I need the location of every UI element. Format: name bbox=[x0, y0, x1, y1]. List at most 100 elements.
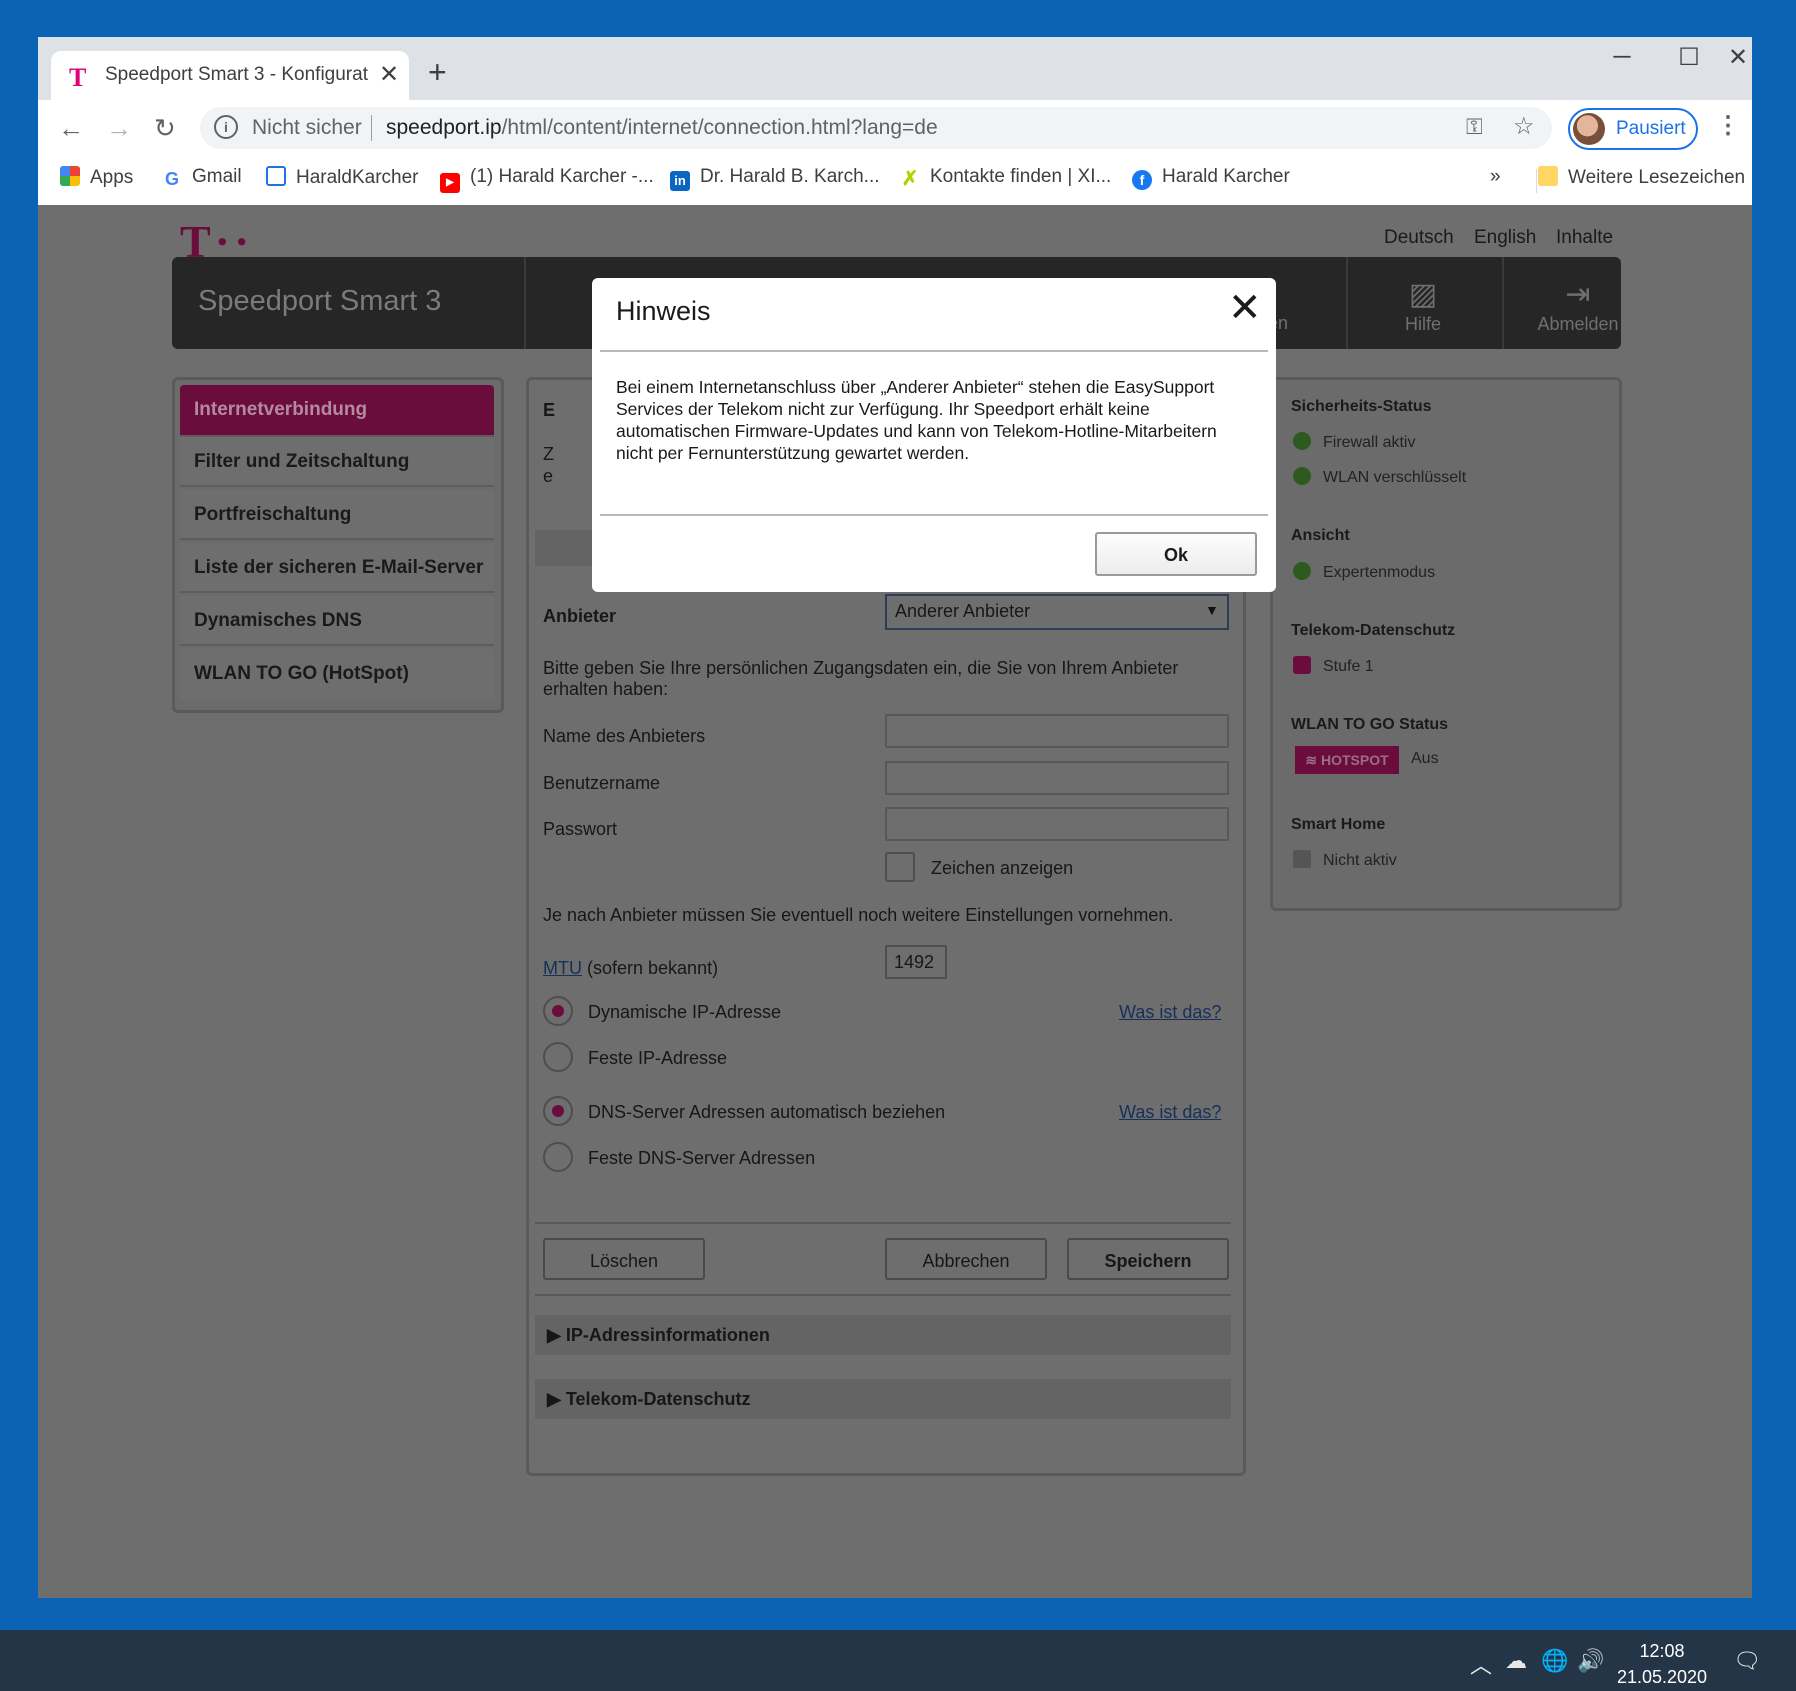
bookmark-linkedin[interactable]: in Dr. Harald B. Karch... bbox=[670, 166, 880, 191]
show-hidden-icons-icon[interactable]: ︿ bbox=[1470, 1648, 1492, 1680]
address-bar[interactable]: i Nicht sicher speedport.ip/html/content… bbox=[200, 107, 1552, 149]
bookmark-separator bbox=[1536, 169, 1537, 193]
dialog-close-icon[interactable]: ✕ bbox=[1228, 288, 1262, 328]
radio-dynamic-ip[interactable] bbox=[543, 996, 573, 1026]
help-link-ip[interactable]: Was ist das? bbox=[1119, 1002, 1221, 1023]
forward-arrow-icon[interactable]: → bbox=[106, 113, 132, 144]
ok-button[interactable]: Ok bbox=[1095, 532, 1257, 576]
provider-select[interactable]: Anderer Anbieter ▼ bbox=[885, 594, 1229, 630]
more-settings-note: Je nach Anbieter müssen Sie eventuell no… bbox=[543, 905, 1174, 925]
apps-grid-icon bbox=[60, 166, 80, 186]
security-label[interactable]: Nicht sicher bbox=[252, 116, 362, 140]
maximize-icon[interactable]: ☐ bbox=[1669, 43, 1709, 72]
sidebar-item-portfreischaltung[interactable]: Portfreischaltung bbox=[180, 490, 494, 540]
tab-strip: T Speedport Smart 3 - Konfiguration ✕ + … bbox=[38, 37, 1752, 100]
sidebar: Internetverbindung Filter und Zeitschalt… bbox=[172, 377, 504, 713]
more-bookmarks-button[interactable]: » bbox=[1490, 166, 1501, 188]
badge-text: HOTSPOT bbox=[1320, 752, 1389, 768]
bookmark-xing[interactable]: ✗ Kontakte finden | XI... bbox=[900, 166, 1111, 189]
logout-icon: ⇥ bbox=[1565, 278, 1591, 311]
contents-link[interactable]: Inhalte bbox=[1556, 227, 1613, 249]
provider-selected: Anderer Anbieter bbox=[895, 601, 1031, 621]
status-text: Nicht aktiv bbox=[1323, 852, 1397, 869]
info-icon[interactable]: i bbox=[214, 115, 238, 139]
sidebar-item-hotspot[interactable]: WLAN TO GO (HotSpot) bbox=[180, 649, 494, 699]
sidebar-item-dyndns[interactable]: Dynamisches DNS bbox=[180, 596, 494, 646]
password-field[interactable] bbox=[885, 807, 1229, 841]
triangle-right-icon: ▶ bbox=[547, 1389, 566, 1409]
profile-button[interactable]: Pausiert bbox=[1568, 108, 1698, 150]
delete-button[interactable]: Löschen bbox=[543, 1238, 705, 1280]
dialog-title: Hinweis bbox=[616, 296, 711, 326]
lang-link-english[interactable]: English bbox=[1474, 227, 1536, 249]
accordion-privacy[interactable]: ▶ Telekom-Datenschutz bbox=[535, 1379, 1231, 1419]
provider-name-field[interactable] bbox=[885, 714, 1229, 748]
bookmark-youtube[interactable]: ▶ (1) Harald Karcher -... bbox=[440, 166, 654, 193]
form-divider bbox=[535, 1222, 1231, 1224]
bookmarks-bar: Apps G Gmail HaraldKarcher ▶ (1) Harald Ka… bbox=[38, 156, 1752, 206]
new-tab-button[interactable]: + bbox=[428, 54, 447, 91]
username-field[interactable] bbox=[885, 761, 1229, 795]
bookmark-apps[interactable]: Apps bbox=[60, 166, 133, 189]
mtu-link[interactable]: MTU bbox=[543, 958, 582, 978]
minimize-icon[interactable]: ─ bbox=[1602, 43, 1642, 71]
bookmark-gmail[interactable]: G Gmail bbox=[162, 166, 242, 189]
bookmark-label: Apps bbox=[90, 167, 134, 188]
key-icon[interactable]: ⚿ bbox=[1466, 114, 1483, 140]
section-text: e bbox=[543, 466, 554, 486]
back-arrow-icon[interactable]: ← bbox=[58, 113, 84, 144]
product-name: Speedport Smart 3 bbox=[198, 285, 442, 317]
mtu-input[interactable]: 1492 bbox=[885, 945, 947, 979]
show-chars-checkbox[interactable] bbox=[885, 852, 915, 882]
clock[interactable]: 12:08 21.05.2020 bbox=[1612, 1638, 1712, 1690]
onedrive-cloud-icon[interactable]: ☁ bbox=[1505, 1648, 1527, 1674]
security-status-title: Sicherheits-Status bbox=[1291, 398, 1432, 415]
bookmark-label: Gmail bbox=[192, 166, 242, 187]
radio-dynamic-ip-label: Dynamische IP-Adresse bbox=[588, 1002, 782, 1022]
linkedin-icon: in bbox=[670, 171, 690, 191]
lang-link-deutsch[interactable]: Deutsch bbox=[1384, 227, 1454, 249]
save-button[interactable]: Speichern bbox=[1067, 1238, 1229, 1280]
firewall-status: Firewall aktiv bbox=[1293, 432, 1415, 452]
sidebar-item-internetverbindung[interactable]: Internetverbindung bbox=[180, 385, 494, 437]
bookmark-star-icon[interactable]: ☆ bbox=[1513, 112, 1535, 141]
hotspot-badge: ≋ HOTSPOT bbox=[1295, 746, 1399, 774]
browser-window: T Speedport Smart 3 - Konfiguration ✕ + … bbox=[38, 37, 1752, 1598]
network-globe-icon[interactable]: 🌐 bbox=[1541, 1648, 1568, 1674]
folder-icon bbox=[1538, 166, 1558, 186]
url-text[interactable]: speedport.ip/html/content/internet/conne… bbox=[386, 116, 938, 140]
reload-icon[interactable]: ↻ bbox=[154, 113, 176, 144]
nav-divider bbox=[524, 257, 526, 349]
triangle-right-icon: ▶ bbox=[547, 1325, 566, 1345]
accordion-ip-info[interactable]: ▶ IP-Adressinformationen bbox=[535, 1315, 1231, 1355]
sidebar-item-filter[interactable]: Filter und Zeitschaltung bbox=[180, 437, 494, 487]
volume-icon[interactable]: 🔊 bbox=[1577, 1648, 1604, 1674]
password-label: Passwort bbox=[543, 819, 618, 839]
active-tab[interactable]: T Speedport Smart 3 - Konfiguration ✕ bbox=[51, 51, 409, 100]
help-link-dns[interactable]: Was ist das? bbox=[1119, 1102, 1221, 1123]
bookmark-facebook[interactable]: f Harald Karcher bbox=[1132, 166, 1290, 190]
view-title: Ansicht bbox=[1291, 527, 1350, 544]
avatar bbox=[1573, 113, 1605, 145]
expert-mode[interactable]: Expertenmodus bbox=[1293, 562, 1435, 582]
close-tab-icon[interactable]: ✕ bbox=[379, 60, 399, 89]
other-bookmarks-folder[interactable]: Weitere Lesezeichen bbox=[1538, 166, 1745, 189]
nav-help[interactable]: ▨ Hilfe bbox=[1348, 277, 1498, 335]
hotspot-state: Aus bbox=[1411, 750, 1439, 767]
kebab-menu-icon[interactable]: ⋮ bbox=[1716, 111, 1740, 140]
notifications-icon[interactable]: 🗨 bbox=[1733, 1648, 1761, 1674]
clock-date: 21.05.2020 bbox=[1616, 1667, 1708, 1687]
nav-logout[interactable]: ⇥ Abmelden bbox=[1503, 277, 1653, 335]
bookmark-haraldkarcher[interactable]: HaraldKarcher bbox=[266, 166, 419, 189]
cancel-button[interactable]: Abbrechen bbox=[885, 1238, 1047, 1280]
xing-icon: ✗ bbox=[900, 168, 920, 190]
radio-dns-auto[interactable] bbox=[543, 1096, 573, 1126]
radio-fixed-ip[interactable] bbox=[543, 1042, 573, 1072]
mtu-label: MTU (sofern bekannt) bbox=[543, 958, 718, 979]
close-window-glyph-icon[interactable]: ✕ bbox=[1718, 43, 1752, 72]
dialog-divider bbox=[600, 350, 1268, 352]
radio-dns-fixed[interactable] bbox=[543, 1142, 573, 1172]
dropdown-arrow-icon: ▼ bbox=[1205, 602, 1219, 618]
smarthome-state: Nicht aktiv bbox=[1293, 850, 1397, 870]
sidebar-item-email-server[interactable]: Liste der sicheren E-Mail-Server bbox=[180, 543, 494, 593]
